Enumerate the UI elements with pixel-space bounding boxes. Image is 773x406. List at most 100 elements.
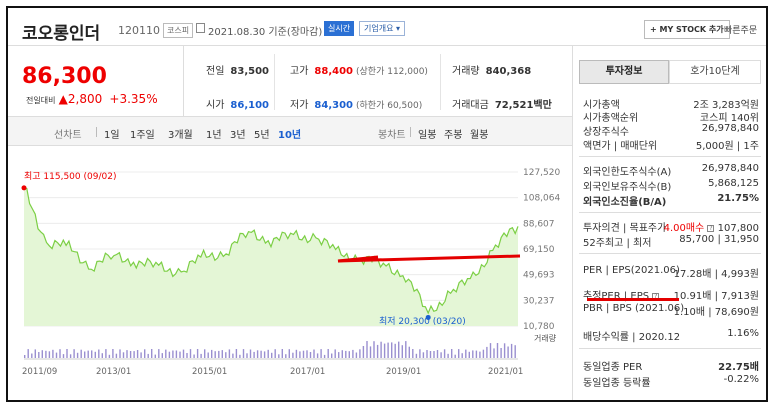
- volume-bar: [359, 349, 361, 358]
- volume-bar: [334, 349, 336, 358]
- volume-bar: [352, 349, 354, 358]
- volume-bar: [239, 354, 241, 358]
- volume-bar: [436, 350, 439, 358]
- period-1w[interactable]: 1주일: [130, 126, 155, 141]
- x-tick-label: 2021/01: [488, 367, 523, 377]
- bps-value: 78,690원: [714, 307, 759, 318]
- y-tick-label: 88,607: [523, 219, 555, 229]
- amount-label: 거래대금: [452, 100, 489, 111]
- open-value: 86,100: [230, 100, 269, 111]
- period-10y[interactable]: 10년: [278, 126, 301, 141]
- stock-name: 코오롱인더: [22, 24, 101, 44]
- opinion-row: 투자의견 | 목표주가 4.00매수 ? 107,800: [583, 219, 759, 234]
- period-1y[interactable]: 1년: [206, 126, 222, 141]
- volume-bar: [136, 350, 139, 358]
- volume-bar: [422, 352, 425, 358]
- company-overview-button[interactable]: 기업개요 ▾: [359, 21, 406, 36]
- low-label: 저가: [290, 100, 309, 111]
- tab-invest-info[interactable]: 투자정보: [579, 60, 669, 84]
- volume-bar: [271, 352, 273, 358]
- price-chart[interactable]: 127,520 108,064 88,607 69,150 49,693 30,237 10…: [8, 148, 572, 378]
- y-tick-label: 49,693: [523, 271, 555, 281]
- volume-bar: [73, 349, 75, 358]
- info-icon[interactable]: ?: [707, 224, 715, 232]
- volume-bar: [345, 350, 347, 358]
- period-5y[interactable]: 5년: [254, 126, 270, 141]
- volume-bar: [454, 354, 456, 358]
- low-value: 84,300: [314, 100, 353, 111]
- volume-bar: [419, 349, 421, 358]
- week52-value: 85,700 | 31,950: [679, 234, 759, 245]
- volume-bar: [316, 353, 319, 358]
- volume-bar: [140, 352, 142, 358]
- y-tick-label: 69,150: [523, 245, 555, 255]
- candle-monthly[interactable]: 월봉: [470, 126, 488, 141]
- volume-bar: [246, 353, 248, 358]
- market-cap-rank-value: 코스피 140위: [699, 113, 759, 124]
- prev-close-label: 전일: [206, 66, 225, 77]
- market-badge: 코스피: [163, 23, 194, 38]
- period-1d[interactable]: 1일: [104, 126, 120, 141]
- candle-weekly[interactable]: 주봉: [444, 126, 462, 141]
- price-change: 전일대비 ▲2,800 +3.35%: [26, 92, 158, 106]
- divider: [579, 348, 761, 349]
- volume-bar: [415, 353, 418, 358]
- period-3y[interactable]: 3년: [230, 126, 246, 141]
- volume-bar: [87, 350, 89, 358]
- shares-row: 상장주식수 26,978,840: [583, 123, 759, 138]
- volume-bar: [204, 349, 206, 358]
- period-3m[interactable]: 3개월: [168, 126, 193, 141]
- industry-change-row: 동일업종 등락률 -0.22%: [583, 374, 759, 389]
- foreign-ratio-row: 외국인소진율(B/A) 21.75%: [583, 193, 759, 208]
- volume-bar: [31, 353, 33, 358]
- industry-per-row: 동일업종 PER 22.75배: [583, 358, 759, 373]
- volume-bar: [161, 353, 163, 358]
- x-tick-label: 2015/01: [192, 367, 227, 377]
- volume-bar: [52, 349, 54, 358]
- volume-bar: [338, 352, 340, 358]
- volume-bar: [207, 352, 209, 358]
- prev-close: 전일 83,500: [206, 62, 269, 77]
- add-mystock-button[interactable]: + MY STOCK 추가: [644, 20, 730, 39]
- volume-bar: [38, 352, 40, 358]
- high-annotation: 최고 115,500 (09/02): [24, 171, 116, 182]
- volume-bar: [510, 343, 513, 358]
- volume-bar: [288, 349, 290, 358]
- volume-bar: [355, 352, 358, 358]
- quick-order-button[interactable]: 빠른주문: [724, 23, 757, 36]
- tab-ask-10[interactable]: 호가10단계: [669, 60, 761, 84]
- foreign-limit-label: 외국인한도주식수(A): [583, 167, 672, 178]
- realtime-button[interactable]: 실시간: [324, 21, 355, 36]
- volume-bar: [482, 349, 485, 358]
- opinion-label: 투자의견 | 목표주가: [583, 223, 667, 234]
- volume-bar: [253, 351, 255, 358]
- quote-table: 전일 83,500 고가 88,400 (상한가 112,000) 거래량 840,36…: [184, 46, 572, 116]
- volume-bar: [108, 354, 111, 358]
- volume-bar: [66, 349, 68, 358]
- volume-bar: [306, 350, 308, 358]
- red-underline: [587, 298, 679, 301]
- target-price: 107,800: [717, 223, 759, 234]
- week52-row: 52주최고 | 최저 85,700 | 31,950: [583, 234, 759, 249]
- current-price: 86,300: [22, 64, 107, 89]
- volume-bar: [24, 355, 26, 358]
- volume-bar: [112, 349, 114, 358]
- x-axis-ticks: 2011/09 2013/01 2015/01 2017/01 2019/01 2021/…: [22, 367, 523, 377]
- volume-bar: [69, 354, 72, 358]
- est-eps-value: 7,913원: [721, 291, 759, 302]
- volume-bar: [426, 350, 428, 358]
- candle-daily[interactable]: 일봉: [418, 126, 436, 141]
- volume-bar: [151, 349, 153, 358]
- divider: [274, 54, 275, 110]
- par-label: 액면가 | 매매단위: [583, 141, 658, 152]
- volume-bar: [447, 353, 449, 358]
- volume-bar: [179, 351, 181, 358]
- volume-bar: [196, 349, 199, 358]
- volume-bar: [348, 351, 350, 358]
- volume-bar: [27, 349, 29, 358]
- divider: [579, 253, 761, 254]
- volume-bar: [369, 346, 372, 358]
- volume-bar: [320, 349, 322, 358]
- lower-limit: (하한가 60,500): [356, 101, 423, 111]
- volume-bar: [186, 353, 188, 358]
